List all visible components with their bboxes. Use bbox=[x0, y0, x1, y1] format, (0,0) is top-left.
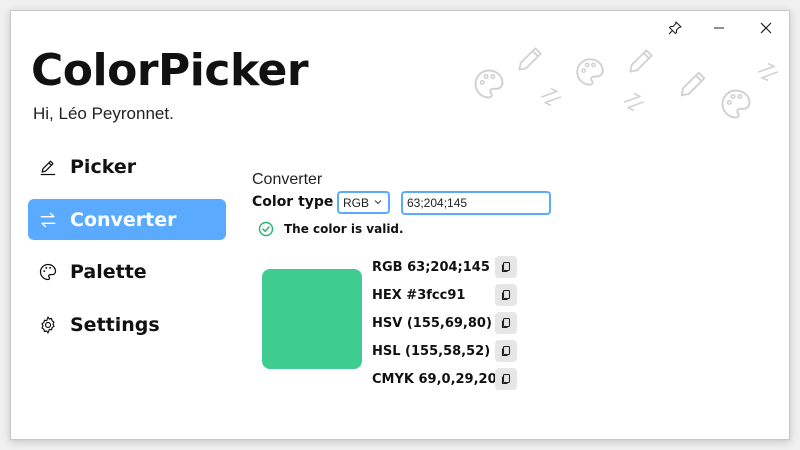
hsl-value: HSL (155,58,52) bbox=[372, 343, 491, 359]
nav-item-settings[interactable]: Settings bbox=[28, 304, 226, 345]
hex-value-row: HEX #3fcc91 bbox=[372, 284, 465, 306]
hex-value: HEX #3fcc91 bbox=[372, 287, 466, 303]
app-window: ColorPicker Hi, Léo Peyronnet. Picker Co… bbox=[10, 10, 790, 440]
cmyk-value-row: CMYK 69,0,29,20 bbox=[372, 368, 497, 390]
color-value-input[interactable] bbox=[401, 191, 551, 215]
copy-hsv-button[interactable] bbox=[495, 312, 517, 334]
hsv-value: HSV (155,69,80) bbox=[372, 315, 492, 331]
app-title: ColorPicker bbox=[31, 45, 309, 96]
cmyk-value: CMYK 69,0,29,20 bbox=[372, 371, 497, 387]
copy-icon bbox=[501, 261, 511, 273]
valid-message: The color is valid. bbox=[284, 222, 404, 236]
pin-icon[interactable] bbox=[653, 13, 697, 43]
hsl-value-row: HSL (155,58,52) bbox=[372, 340, 490, 362]
check-circle-icon bbox=[258, 221, 274, 237]
nav-item-converter[interactable]: Converter bbox=[28, 199, 226, 240]
gear-icon bbox=[38, 315, 58, 335]
swap-arrows-icon bbox=[38, 210, 58, 230]
copy-hsl-button[interactable] bbox=[495, 340, 517, 362]
copy-icon bbox=[501, 317, 511, 329]
palette-icon bbox=[38, 262, 58, 282]
nav-item-picker[interactable]: Picker bbox=[28, 146, 226, 187]
copy-icon bbox=[501, 345, 511, 357]
hsv-value-row: HSV (155,69,80) bbox=[372, 312, 492, 334]
copy-rgb-button[interactable] bbox=[495, 256, 517, 278]
color-swatch bbox=[262, 269, 362, 369]
copy-icon bbox=[501, 289, 511, 301]
copy-hex-button[interactable] bbox=[495, 284, 517, 306]
color-type-select[interactable]: RGB bbox=[337, 191, 390, 214]
rgb-value-row: RGB 63;204;145 bbox=[372, 256, 490, 278]
copy-icon bbox=[501, 373, 511, 385]
color-type-label: Color type bbox=[252, 194, 334, 210]
minimize-icon[interactable] bbox=[697, 13, 741, 43]
rgb-value: RGB 63;204;145 bbox=[372, 259, 490, 275]
pencil-icon bbox=[629, 49, 653, 73]
chevron-down-icon bbox=[374, 200, 382, 205]
swap-arrows-icon bbox=[757, 63, 779, 81]
nav-label: Settings bbox=[70, 313, 160, 336]
palette-icon bbox=[721, 89, 751, 119]
swap-arrows-icon bbox=[540, 88, 562, 106]
greeting-text: Hi, Léo Peyronnet. bbox=[33, 104, 174, 123]
palette-icon bbox=[474, 69, 504, 99]
nav-item-palette[interactable]: Palette bbox=[28, 251, 226, 292]
color-type-value: RGB bbox=[343, 195, 370, 210]
pen-icon bbox=[38, 157, 58, 177]
pencil-icon bbox=[518, 47, 542, 71]
nav-label: Converter bbox=[70, 208, 177, 231]
swap-arrows-icon bbox=[623, 93, 645, 111]
copy-cmyk-button[interactable] bbox=[495, 368, 517, 390]
nav-label: Picker bbox=[70, 155, 137, 178]
palette-icon bbox=[576, 58, 604, 86]
pencil-icon bbox=[680, 71, 706, 97]
validation-status: The color is valid. bbox=[258, 221, 404, 237]
section-title: Converter bbox=[252, 171, 323, 188]
nav-label: Palette bbox=[70, 260, 147, 283]
close-icon[interactable] bbox=[744, 13, 788, 43]
